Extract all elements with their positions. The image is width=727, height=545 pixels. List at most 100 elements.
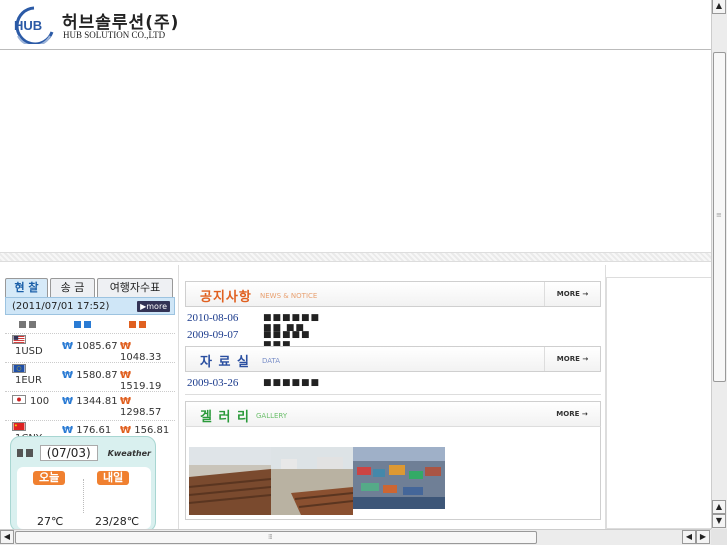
- exchange-more-label: more: [146, 301, 167, 311]
- gallery-photo-container-port[interactable]: [353, 447, 445, 509]
- won-symbol: ₩: [62, 341, 74, 352]
- column-marker: [139, 320, 146, 328]
- arrow-right-icon: →: [582, 355, 589, 363]
- weather-marker: [17, 449, 24, 457]
- exchange-more-button[interactable]: ▶more: [137, 300, 170, 312]
- logo-text: HUB: [14, 18, 42, 33]
- buy-rate: 176.61: [76, 425, 112, 436]
- notice-more-button[interactable]: MORE →: [544, 282, 600, 306]
- tab-remittance[interactable]: 송 금: [50, 278, 95, 297]
- scroll-up-button[interactable]: ▲: [712, 0, 726, 14]
- weather-divider: [83, 479, 84, 513]
- weather-marker: [26, 449, 33, 457]
- notice-subtitle: NEWS & NOTICE: [260, 292, 318, 300]
- currency-code: 100: [30, 396, 50, 407]
- horizontal-scroll-thumb[interactable]: ⁞⁞⁞: [15, 531, 537, 544]
- horizontal-scrollbar[interactable]: ◀ ⁞⁞⁞ ◀ ▶: [0, 529, 711, 545]
- weather-header: (07/03) Kweather: [17, 443, 151, 463]
- today-temp: 27℃: [37, 515, 64, 528]
- exchange-row-usd: 1USD ₩ 1085.67 ₩ 1048.33: [5, 333, 175, 363]
- exchange-rate-widget: 현 찰 송 금 여행자수표 (2011/07/01 17:52) ▶more 1…: [5, 278, 175, 444]
- gallery-more-button[interactable]: MORE →: [544, 402, 600, 426]
- gallery-subtitle: GALLERY: [256, 412, 288, 420]
- won-symbol: ₩: [120, 370, 132, 381]
- main-content: 공지사항 NEWS & NOTICE MORE → 2010-08-06 ■■■…: [178, 265, 606, 529]
- gallery-panel: [185, 427, 601, 520]
- won-symbol: ₩: [62, 425, 74, 436]
- weather-date: (07/03): [39, 445, 98, 461]
- more-label: MORE: [556, 355, 580, 363]
- scroll-down-button[interactable]: ▼: [712, 514, 726, 528]
- gallery-photo-factory-yard[interactable]: [271, 447, 353, 515]
- scroll-right-button[interactable]: ▶: [696, 530, 710, 544]
- currency-code: 1EUR: [15, 375, 42, 386]
- jp-flag-icon: [12, 395, 26, 404]
- tab-travelers-check[interactable]: 여행자수표: [97, 278, 173, 297]
- vertical-scrollbar[interactable]: ▲ ≡ ▲ ▼: [711, 0, 727, 529]
- post-date: 2010-08-06: [187, 312, 239, 324]
- currency-code: 1USD: [15, 346, 43, 357]
- exchange-row-jpy: 100 ₩ 1344.81 ₩ 1298.57: [5, 391, 175, 420]
- cn-flag-icon: [12, 422, 26, 431]
- more-label: MORE: [556, 290, 580, 298]
- more-label: MORE: [556, 410, 580, 418]
- scrollbar-corner: [711, 529, 727, 545]
- notice-post[interactable]: 2010-08-06 ■■■■■■ ■■ ■■: [187, 312, 319, 333]
- us-flag-icon: [12, 335, 26, 344]
- tab-cash[interactable]: 현 찰: [5, 278, 48, 297]
- tomorrow-label: 내일: [97, 471, 130, 485]
- scroll-up-button[interactable]: ▲: [712, 500, 726, 514]
- column-marker: [74, 320, 81, 328]
- eu-flag-icon: [12, 364, 26, 373]
- divider: [185, 394, 601, 395]
- column-marker: [29, 320, 36, 328]
- won-symbol: ₩: [120, 396, 132, 407]
- divider-band: [0, 252, 711, 262]
- notice-header: 공지사항 NEWS & NOTICE MORE →: [185, 281, 601, 307]
- tomorrow-temp: 23/28℃: [95, 515, 140, 528]
- exchange-header: (2011/07/01 17:52) ▶more: [5, 297, 175, 315]
- logo-icon[interactable]: HUB: [10, 6, 58, 44]
- sell-rate: 1298.57: [120, 407, 162, 418]
- post-date: 2009-09-07: [187, 329, 239, 341]
- today-label: 오늘: [33, 471, 66, 485]
- data-room-more-button[interactable]: MORE →: [544, 347, 600, 371]
- vertical-scroll-thumb[interactable]: ≡: [713, 52, 726, 382]
- site-header: HUB 허브솔루션(주) HUB SOLUTION CO.,LTD: [0, 0, 711, 50]
- data-room-post[interactable]: 2009-03-26 ■■■■■■: [187, 377, 319, 391]
- won-symbol: ₩: [62, 370, 74, 381]
- company-name-en: HUB SOLUTION CO.,LTD: [63, 30, 166, 40]
- data-room-title[interactable]: 자 료 실: [200, 351, 250, 370]
- right-column: [606, 277, 711, 529]
- sell-rate: 156.81: [134, 425, 170, 436]
- column-marker: [129, 320, 136, 328]
- column-marker: [84, 320, 91, 328]
- notice-post[interactable]: 2009-09-07 ■■■■■ ■■■ ■■■■ ■■: [187, 329, 310, 370]
- exchange-tabs: 현 찰 송 금 여행자수표: [5, 278, 175, 297]
- post-title[interactable]: ■■■■■■: [263, 378, 320, 388]
- arrow-right-icon: →: [581, 410, 588, 418]
- scroll-left-button[interactable]: ◀: [682, 530, 696, 544]
- won-symbol: ₩: [62, 396, 74, 407]
- weather-brand[interactable]: Kweather: [108, 449, 151, 458]
- buy-rate: 1344.81: [76, 396, 118, 407]
- arrow-right-icon: →: [582, 290, 589, 298]
- exchange-timestamp: (2011/07/01 17:52): [12, 300, 110, 312]
- page: HUB 허브솔루션(주) HUB SOLUTION CO.,LTD 현 찰 송 …: [0, 0, 727, 545]
- data-room-subtitle: DATA: [262, 357, 281, 365]
- column-marker: [19, 320, 26, 328]
- won-symbol: ₩: [120, 341, 132, 352]
- notice-title[interactable]: 공지사항: [200, 286, 252, 305]
- weather-panel: 오늘 내일 27℃ 23/28℃: [17, 467, 151, 529]
- grip-icon: ⁞⁞⁞: [268, 533, 273, 541]
- exchange-column-markers: [5, 315, 175, 333]
- gallery-photo-steel-pipes[interactable]: [189, 447, 271, 515]
- won-symbol: ₩: [120, 425, 132, 436]
- gallery-header: 겔 러 리 GALLERY MORE →: [185, 401, 601, 427]
- gallery-title[interactable]: 겔 러 리: [200, 406, 250, 425]
- post-date: 2009-03-26: [187, 377, 239, 389]
- weather-widget: (07/03) Kweather 오늘 내일 27℃ 23/28℃: [10, 436, 156, 532]
- scroll-left-button[interactable]: ◀: [0, 530, 14, 544]
- grip-icon: ≡: [716, 211, 722, 219]
- data-room-header: 자 료 실 DATA MORE →: [185, 346, 601, 372]
